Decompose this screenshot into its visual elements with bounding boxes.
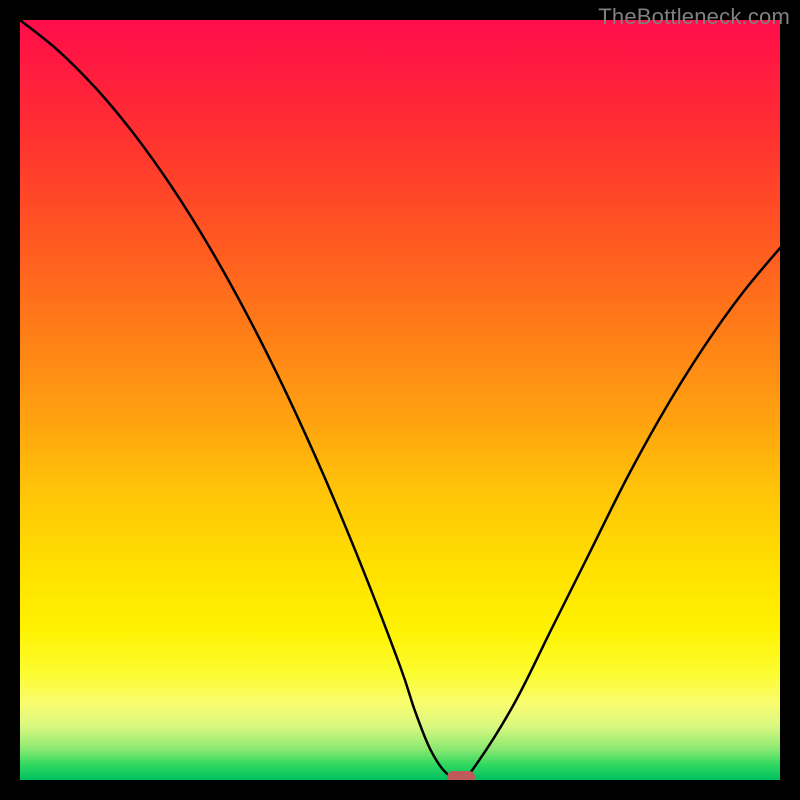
bottleneck-curve — [20, 20, 780, 780]
min-marker — [447, 771, 475, 780]
watermark-text: TheBottleneck.com — [598, 4, 790, 30]
chart-frame: TheBottleneck.com — [0, 0, 800, 800]
curve-path — [20, 20, 780, 780]
plot-area — [20, 20, 780, 780]
